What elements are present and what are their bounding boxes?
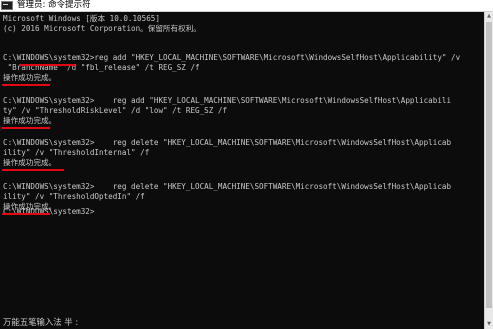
ime-status-bar: 万能五笔输入法 半 : [3, 317, 79, 327]
annotation-underline [2, 127, 50, 129]
console-line: 操作成功完成。 [3, 116, 57, 125]
annotation-underline [2, 169, 64, 171]
console-line: C:\WINDOWS\system32> reg add "HKEY_LOCAL… [3, 96, 452, 105]
console-line: ility" /v "ThresholdInternal" /f [3, 148, 150, 157]
console-icon [1, 1, 13, 10]
title-bar[interactable]: 管理员: 命令提示符 [0, 0, 493, 12]
console-line: Microsoft Windows [版本 10.0.10565] [3, 14, 160, 23]
annotation-underline [2, 84, 50, 86]
console-line: 操作成功完成。 [3, 158, 57, 167]
vertical-scrollbar[interactable]: ▲ ▼ [484, 12, 493, 329]
console-line: ty" /v "ThresholdRiskLevel" /d "low" /t … [3, 106, 228, 115]
console-line: C:\WINDOWS\system32> [3, 207, 95, 216]
scroll-down-arrow-icon[interactable]: ▼ [485, 320, 493, 329]
annotation-underline [19, 64, 75, 66]
console-line: ility" /v "ThresholdOptedIn" /f [3, 192, 145, 201]
scrollbar-thumb[interactable] [486, 22, 492, 308]
annotation-underline [2, 213, 50, 215]
console-line: C:\WINDOWS\system32> reg delete "HKEY_LO… [3, 138, 452, 147]
console-line: C:\WINDOWS\system32> reg delete "HKEY_LO… [3, 182, 452, 191]
command-prompt-window: 管理员: 命令提示符 Microsoft Windows [版本 10.0.10… [0, 0, 493, 329]
console-line: 操作成功完成。 [3, 73, 57, 82]
console-output[interactable]: Microsoft Windows [版本 10.0.10565] (c) 20… [0, 14, 484, 329]
window-title: 管理员: 命令提示符 [17, 0, 91, 10]
scroll-up-arrow-icon[interactable]: ▲ [485, 12, 493, 21]
console-line: C:\WINDOWS\system32>reg add "HKEY_LOCAL_… [3, 53, 461, 62]
console-line: (c) 2016 Microsoft Corporation。保留所有权利。 [3, 24, 201, 33]
